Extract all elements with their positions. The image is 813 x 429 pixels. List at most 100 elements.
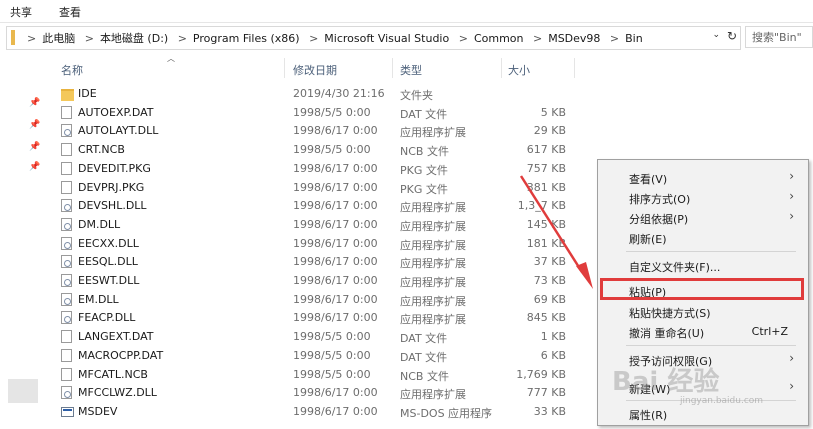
breadcrumb: > 此电脑 > 本地磁盘 (D:) > Program Files (x86) > Mi… bbox=[21, 30, 643, 46]
table-row[interactable]: IDE 2019/4/30 21:16 文件夹 bbox=[46, 85, 586, 104]
column-divider[interactable] bbox=[574, 58, 575, 78]
crumb-local-disk[interactable]: 本地磁盘 (D:) bbox=[100, 32, 168, 45]
chevron-right-icon[interactable]: > bbox=[533, 32, 542, 45]
folder-icon bbox=[61, 89, 74, 101]
file-size: 33 KB bbox=[533, 404, 566, 418]
table-row[interactable]: EESQL.DLL 1998/6/17 0:00 应用程序扩展 37 KB bbox=[46, 253, 586, 272]
file-date: 1998/5/5 0:00 bbox=[293, 330, 371, 344]
file-size: 69 KB bbox=[533, 292, 566, 306]
file-type: 应用程序扩展 bbox=[400, 201, 466, 215]
file-size: 73 KB bbox=[533, 274, 566, 287]
menu-item-properties[interactable]: 属性(R) bbox=[598, 403, 806, 423]
table-row[interactable]: DEVSHL.DLL 1998/6/17 0:00 应用程序扩展 1,3_7 K… bbox=[46, 197, 586, 216]
chevron-right-icon[interactable]: > bbox=[309, 32, 318, 45]
paste-highlight-box bbox=[600, 278, 804, 300]
chevron-right-icon: › bbox=[789, 189, 794, 203]
refresh-icon[interactable]: ↻ bbox=[727, 29, 737, 43]
file-size: 145 KB bbox=[526, 217, 566, 231]
pin-icon[interactable]: 📌 bbox=[29, 98, 40, 108]
chevron-right-icon: › bbox=[789, 379, 794, 393]
table-row[interactable]: MACROCPP.DAT 1998/5/5 0:00 DAT 文件 6 KB bbox=[46, 347, 586, 366]
column-header-size[interactable]: 大小 bbox=[508, 62, 530, 78]
file-type: 应用程序扩展 bbox=[400, 257, 466, 271]
pin-icon[interactable]: 📌 bbox=[29, 142, 40, 152]
tab-view[interactable]: 查看 bbox=[59, 4, 81, 20]
table-row[interactable]: MFCCLWZ.DLL 1998/6/17 0:00 应用程序扩展 777 KB bbox=[46, 384, 586, 403]
table-row[interactable]: MFCATL.NCB 1998/5/5 0:00 NCB 文件 1,769 KB bbox=[46, 366, 586, 385]
table-row[interactable]: DEVEDIT.PKG 1998/6/17 0:00 PKG 文件 757 KB bbox=[46, 160, 586, 179]
menu-item-view[interactable]: 查看(V) › bbox=[598, 167, 806, 187]
file-type: 应用程序扩展 bbox=[400, 294, 466, 308]
column-header-name[interactable]: 名称 bbox=[61, 62, 83, 78]
file-size: 617 KB bbox=[526, 143, 566, 157]
pin-icon[interactable]: 📌 bbox=[29, 120, 40, 130]
crumb-visual-studio[interactable]: Microsoft Visual Studio bbox=[324, 32, 449, 45]
chevron-right-icon[interactable]: > bbox=[610, 32, 619, 45]
menu-item-label: 粘贴快捷方式(S) bbox=[629, 307, 711, 320]
file-date: 1998/6/17 0:00 bbox=[293, 255, 378, 269]
dll-icon bbox=[61, 255, 72, 269]
column-divider[interactable] bbox=[392, 58, 393, 78]
file-date: 1998/6/17 0:00 bbox=[293, 217, 378, 231]
file-name: AUTOLAYT.DLL bbox=[78, 124, 159, 138]
column-divider[interactable] bbox=[501, 58, 502, 78]
file-size: 29 KB bbox=[533, 124, 566, 138]
menu-item-undo-rename[interactable]: 撤消 重命名(U) Ctrl+Z bbox=[598, 321, 806, 341]
table-row[interactable]: EESWT.DLL 1998/6/17 0:00 应用程序扩展 73 KB bbox=[46, 272, 586, 291]
address-bar[interactable]: > 此电脑 > 本地磁盘 (D:) > Program Files (x86) > Mi… bbox=[6, 26, 741, 50]
file-date: 1998/6/17 0:00 bbox=[293, 124, 378, 138]
chevron-right-icon: > bbox=[27, 32, 37, 45]
chevron-right-icon[interactable]: > bbox=[85, 32, 94, 45]
file-icon bbox=[61, 161, 72, 175]
column-header-type[interactable]: 类型 bbox=[400, 62, 422, 78]
nav-selected-item[interactable] bbox=[8, 379, 38, 403]
table-row[interactable]: CRT.NCB 1998/5/5 0:00 NCB 文件 617 KB bbox=[46, 141, 586, 160]
table-row[interactable]: AUTOEXP.DAT 1998/5/5 0:00 DAT 文件 5 KB bbox=[46, 104, 586, 123]
table-row[interactable]: AUTOLAYT.DLL 1998/6/17 0:00 应用程序扩展 29 KB bbox=[46, 122, 586, 141]
menu-item-sort[interactable]: 排序方式(O) › bbox=[598, 187, 806, 207]
chevron-down-icon[interactable]: ⌄ bbox=[712, 30, 720, 40]
chevron-right-icon[interactable]: > bbox=[178, 32, 187, 45]
dll-icon bbox=[61, 311, 72, 325]
file-type: 应用程序扩展 bbox=[400, 388, 466, 402]
file-name: EM.DLL bbox=[78, 292, 119, 306]
column-divider[interactable] bbox=[284, 58, 285, 78]
crumb-bin[interactable]: Bin bbox=[625, 32, 643, 45]
crumb-program-files[interactable]: Program Files (x86) bbox=[193, 32, 300, 45]
dll-icon bbox=[61, 217, 72, 231]
crumb-common[interactable]: Common bbox=[474, 32, 524, 45]
file-date: 1998/6/17 0:00 bbox=[293, 199, 378, 213]
pin-icon[interactable]: 📌 bbox=[29, 162, 40, 172]
file-icon bbox=[61, 367, 72, 381]
table-row[interactable]: LANGEXT.DAT 1998/5/5 0:00 DAT 文件 1 KB bbox=[46, 328, 586, 347]
file-name: EESWT.DLL bbox=[78, 274, 140, 287]
column-header-date[interactable]: 修改日期 bbox=[293, 62, 337, 78]
table-row[interactable]: EM.DLL 1998/6/17 0:00 应用程序扩展 69 KB bbox=[46, 291, 586, 310]
menu-item-paste-shortcut[interactable]: 粘贴快捷方式(S) bbox=[598, 301, 806, 321]
crumb-msdev98[interactable]: MSDev98 bbox=[548, 32, 600, 45]
menu-item-group-by[interactable]: 分组依据(P) › bbox=[598, 207, 806, 227]
search-input[interactable]: 搜索"Bin" bbox=[745, 26, 813, 48]
chevron-right-icon[interactable]: > bbox=[459, 32, 468, 45]
file-type: PKG 文件 bbox=[400, 182, 448, 196]
menu-item-customize-folder[interactable]: 自定义文件夹(F)... bbox=[598, 255, 806, 275]
dll-icon bbox=[61, 292, 72, 306]
crumb-this-pc[interactable]: 此电脑 bbox=[42, 32, 75, 45]
menu-item-refresh[interactable]: 刷新(E) bbox=[598, 227, 806, 247]
dll-icon bbox=[61, 199, 72, 213]
file-size: 6 KB bbox=[540, 348, 566, 362]
table-row[interactable]: DEVPRJ.PKG 1998/6/17 0:00 PKG 文件 381 KB bbox=[46, 179, 586, 198]
table-row[interactable]: MSDEV 1998/6/17 0:00 MS-DOS 应用程序 33 KB bbox=[46, 403, 586, 422]
table-row[interactable]: DM.DLL 1998/6/17 0:00 应用程序扩展 145 KB bbox=[46, 216, 586, 235]
table-row[interactable]: EECXX.DLL 1998/6/17 0:00 应用程序扩展 181 KB bbox=[46, 235, 586, 254]
file-type: PKG 文件 bbox=[400, 163, 448, 177]
menu-separator bbox=[626, 251, 796, 252]
chevron-right-icon: › bbox=[789, 351, 794, 365]
watermark-url: jingyan.baidu.com bbox=[680, 396, 764, 406]
file-date: 1998/5/5 0:00 bbox=[293, 367, 371, 381]
table-row[interactable]: FEACP.DLL 1998/6/17 0:00 应用程序扩展 845 KB bbox=[46, 309, 586, 328]
file-name: EECXX.DLL bbox=[78, 236, 139, 250]
file-type: DAT 文件 bbox=[400, 350, 448, 364]
tab-share[interactable]: 共享 bbox=[10, 4, 32, 20]
file-name: AUTOEXP.DAT bbox=[78, 105, 154, 119]
